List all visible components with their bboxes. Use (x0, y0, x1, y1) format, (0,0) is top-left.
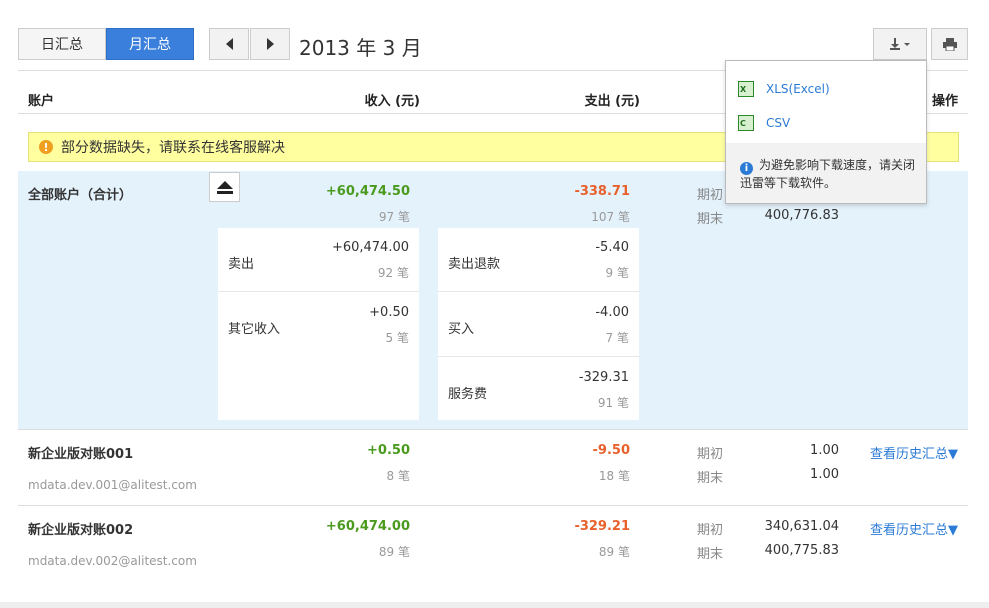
breakdown-label: 买入 (448, 322, 475, 337)
total-expense-count: 107 笔 (591, 210, 630, 224)
account-name: 新企业版对账002 (28, 523, 134, 538)
total-expense: -338.71 (574, 184, 630, 199)
total-account-name: 全部账户（合计） (28, 188, 133, 203)
total-end-value: 400,776.83 (764, 208, 839, 223)
breakdown-count: 9 笔 (605, 266, 629, 280)
collapse-button[interactable] (209, 172, 240, 202)
print-button[interactable] (931, 28, 968, 60)
expense-breakdown-card: 卖出退款 -5.40 9 笔 买入 -4.00 7 笔 服务费 -329.31 … (438, 228, 639, 420)
account-name: 新企业版对账001 (28, 447, 134, 462)
breakdown-amount: +60,474.00 (331, 240, 409, 255)
excel-file-icon: X (738, 81, 754, 97)
breakdown-count: 91 笔 (597, 396, 629, 410)
list-item: 买入 -4.00 7 笔 (438, 292, 639, 357)
begin-label: 期初 (697, 523, 724, 538)
end-label: 期末 (697, 471, 724, 486)
download-note: i 为避免影响下载速度，请关闭迅雷等下载软件。 (726, 143, 926, 203)
list-item: 服务费 -329.31 91 笔 (438, 357, 639, 420)
period-label: 2013 年 3 月 (299, 36, 422, 60)
account-expense: -329.21 (574, 519, 630, 534)
collapse-icon (216, 180, 233, 194)
download-xls-item[interactable]: X XLS(Excel) (738, 81, 830, 97)
account-email: mdata.dev.001@alitest.com (28, 478, 197, 492)
csv-file-icon: C (738, 115, 754, 131)
tab-day-label: 日汇总 (41, 37, 83, 53)
list-item: 卖出退款 -5.40 9 笔 (438, 228, 639, 292)
download-csv-label: CSV (766, 116, 791, 130)
breakdown-amount: -5.40 (595, 240, 629, 255)
account-income-count: 8 笔 (386, 469, 410, 483)
list-item: 卖出 +60,474.00 92 笔 (218, 228, 419, 292)
breakdown-label: 服务费 (448, 387, 488, 402)
prev-month-button[interactable] (209, 28, 249, 60)
chevron-right-icon (266, 38, 274, 50)
tab-day-summary[interactable]: 日汇总 (18, 28, 106, 60)
income-breakdown-card: 卖出 +60,474.00 92 笔 其它收入 +0.50 5 笔 (218, 228, 419, 420)
account-email: mdata.dev.002@alitest.com (28, 554, 197, 568)
account-expense-count: 89 笔 (598, 545, 630, 559)
account-expense: -9.50 (592, 443, 630, 458)
view-history-link[interactable]: 查看历史汇总▼ (858, 443, 958, 462)
account-income-count: 89 笔 (378, 545, 410, 559)
info-icon: i (740, 162, 753, 175)
breakdown-amount: -4.00 (595, 305, 629, 320)
total-income-count: 97 笔 (378, 210, 410, 224)
alert-text: 部分数据缺失，请联系在线客服解决 (61, 140, 285, 156)
begin-label: 期初 (697, 447, 724, 462)
warning-icon: ! (39, 140, 53, 154)
breakdown-amount: -329.31 (578, 370, 629, 385)
end-value: 400,775.83 (764, 543, 839, 558)
account-income: +0.50 (367, 443, 410, 458)
account-income: +60,474.00 (325, 519, 410, 534)
download-menu: X XLS(Excel) C CSV i 为避免影响下载速度，请关闭迅雷等下载软件… (725, 60, 927, 204)
chevron-left-icon (225, 38, 233, 50)
breakdown-label: 其它收入 (228, 322, 281, 337)
download-xls-label: XLS(Excel) (766, 82, 830, 96)
download-csv-item[interactable]: C CSV (738, 115, 790, 131)
begin-value: 1.00 (810, 443, 839, 458)
page-footer-edge (0, 602, 989, 608)
header-expense: 支出 (元) (584, 94, 640, 109)
tab-month-label: 月汇总 (129, 37, 171, 53)
header-income: 收入 (元) (364, 94, 420, 109)
list-item: 其它收入 +0.50 5 笔 (218, 292, 419, 356)
total-begin-label: 期初 (697, 188, 724, 203)
divider (18, 429, 968, 430)
account-expense-count: 18 笔 (598, 469, 630, 483)
divider (18, 505, 968, 506)
end-label: 期末 (697, 547, 724, 562)
next-month-button[interactable] (250, 28, 290, 60)
breakdown-count: 92 笔 (377, 266, 409, 280)
breakdown-count: 7 笔 (605, 331, 629, 345)
breakdown-label: 卖出 (228, 257, 255, 272)
download-note-text: 为避免影响下载速度，请关闭迅雷等下载软件。 (740, 158, 916, 190)
print-icon (942, 37, 957, 51)
breakdown-amount: +0.50 (369, 305, 409, 320)
breakdown-count: 5 笔 (385, 331, 409, 345)
download-button[interactable] (873, 28, 927, 60)
total-income: +60,474.50 (325, 184, 410, 199)
download-icon (890, 38, 910, 50)
total-end-label: 期末 (697, 212, 724, 227)
tab-month-summary[interactable]: 月汇总 (106, 28, 194, 60)
breakdown-label: 卖出退款 (448, 257, 501, 272)
view-history-link[interactable]: 查看历史汇总▼ (858, 519, 958, 538)
begin-value: 340,631.04 (764, 519, 839, 534)
header-account: 账户 (28, 94, 55, 109)
end-value: 1.00 (810, 467, 839, 482)
